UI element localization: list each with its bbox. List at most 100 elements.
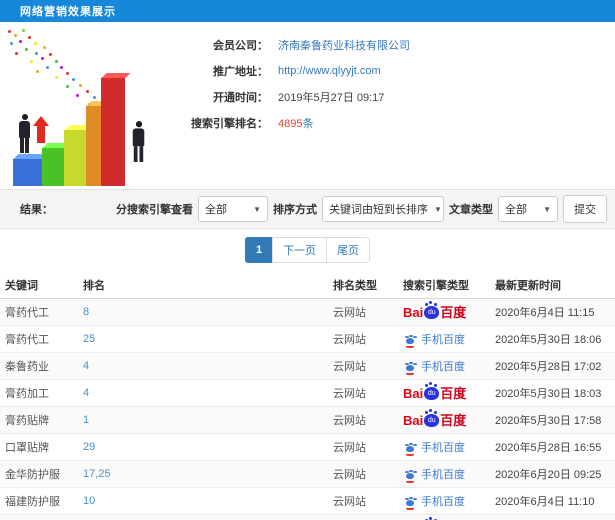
open-time-label: 开通时间： bbox=[213, 91, 268, 104]
header-keyword: 关键词 bbox=[5, 279, 38, 292]
table-row: 秦鲁药业 4 云网站 Baidu百度 手机百度 2020年5月28日 17:02 bbox=[0, 353, 615, 380]
mobile-baidu-icon bbox=[403, 360, 417, 375]
table-row: 金华防护服 17,25 云网站 Baidu百度 手机百度 2020年6月20日 … bbox=[0, 461, 615, 488]
info-row-open-time: 开通时间： 2019年5月27日 09:17 bbox=[185, 84, 605, 109]
rank-count-label: 搜索引擎排名： bbox=[191, 117, 268, 130]
table-row: 膏药贴牌 1 云网站 Baidu百度 手机百度 2020年5月30日 17:58 bbox=[0, 407, 615, 434]
rank-type-cell: 云网站 bbox=[333, 442, 366, 454]
rank-link[interactable]: 25 bbox=[83, 333, 95, 345]
page-title-bar: 网络营销效果展示 bbox=[0, 0, 615, 22]
filter-controls: 分搜索引擎查看 全部 ▼ 排序方式 关键词由短到长排序 ▼ 文章类型 全部 ▼ … bbox=[116, 195, 607, 223]
rank-link[interactable]: 10 bbox=[83, 495, 95, 507]
engine-cell: Baidu百度 手机百度 bbox=[403, 493, 495, 510]
bar-chart-illustration bbox=[0, 30, 182, 190]
engine-cell: Baidu百度 手机百度 bbox=[403, 466, 495, 483]
baidu-pc-logo: Bai du 百度 bbox=[403, 383, 467, 401]
baidu-mobile-logo: 手机百度 bbox=[403, 358, 465, 375]
mobile-baidu-icon bbox=[403, 441, 417, 456]
rank-link[interactable]: 4 bbox=[83, 360, 89, 372]
up-arrow-icon bbox=[33, 116, 49, 143]
info-row-url: 推广地址： http://www.qlyyjt.com bbox=[185, 58, 605, 83]
keyword-cell: 膏药代工 bbox=[5, 334, 49, 346]
sort-select-value: 关键词由短到长排序 bbox=[329, 204, 428, 216]
rank-type-cell: 云网站 bbox=[333, 361, 366, 373]
table-row: Baidu百度 手机百度 bbox=[0, 515, 615, 520]
table-row: 福建防护服 10 云网站 Baidu百度 手机百度 2020年6月4日 11:1… bbox=[0, 488, 615, 515]
rank-link[interactable]: 1 bbox=[83, 414, 89, 426]
mobile-baidu-icon bbox=[403, 468, 417, 483]
rank-link[interactable]: 4 bbox=[83, 387, 89, 399]
updated-cell: 2020年5月30日 17:58 bbox=[495, 415, 602, 427]
rank-link[interactable]: 8 bbox=[83, 306, 89, 318]
company-name-link[interactable]: 济南秦鲁药业科技有限公司 bbox=[278, 37, 410, 53]
engine-select-value: 全部 bbox=[205, 204, 227, 216]
keyword-cell: 金华防护服 bbox=[5, 469, 60, 481]
engine-cell: Baidu百度 手机百度 bbox=[403, 410, 495, 428]
engine-cell: Baidu百度 手机百度 bbox=[403, 331, 495, 348]
company-info-fields: 会员公司： 济南秦鲁药业科技有限公司 推广地址： http://www.qlyy… bbox=[185, 32, 605, 136]
header-rank-type: 排名类型 bbox=[333, 279, 377, 292]
engine-filter-label: 分搜索引擎查看 bbox=[116, 204, 193, 216]
rank-type-cell: 云网站 bbox=[333, 496, 366, 508]
rank-count-number: 4895 bbox=[278, 117, 303, 130]
info-row-company: 会员公司： 济南秦鲁药业科技有限公司 bbox=[185, 32, 605, 57]
pagination: 1 下一页 尾页 bbox=[0, 229, 615, 271]
article-type-select[interactable]: 全部 ▼ bbox=[498, 196, 558, 222]
keyword-cell: 秦鲁药业 bbox=[5, 361, 49, 373]
table-row: 口罩贴牌 29 云网站 Baidu百度 手机百度 2020年5月28日 16:5… bbox=[0, 434, 615, 461]
mobile-baidu-icon bbox=[403, 495, 417, 510]
updated-cell: 2020年5月30日 18:06 bbox=[495, 334, 602, 346]
engine-select[interactable]: 全部 ▼ bbox=[198, 196, 268, 222]
rank-type-cell: 云网站 bbox=[333, 415, 366, 427]
keyword-cell: 口罩贴牌 bbox=[5, 442, 49, 454]
updated-cell: 2020年5月28日 17:02 bbox=[495, 361, 602, 373]
chevron-down-icon: ▼ bbox=[543, 204, 551, 214]
result-label: 结果： bbox=[20, 204, 53, 216]
updated-cell: 2020年6月4日 11:15 bbox=[495, 307, 595, 319]
last-page-button[interactable]: 尾页 bbox=[326, 237, 371, 263]
baidu-mobile-logo: 手机百度 bbox=[403, 466, 465, 483]
promo-url-label: 推广地址： bbox=[213, 65, 268, 78]
submit-button[interactable]: 提交 bbox=[563, 195, 607, 223]
chevron-down-icon: ▼ bbox=[434, 204, 442, 214]
info-section: 会员公司： 济南秦鲁药业科技有限公司 推广地址： http://www.qlyy… bbox=[0, 22, 615, 189]
table-row: 膏药代工 25 云网站 Baidu百度 手机百度 2020年5月30日 18:0… bbox=[0, 326, 615, 353]
updated-cell: 2020年6月20日 09:25 bbox=[495, 469, 602, 481]
page-title: 网络营销效果展示 bbox=[20, 6, 116, 18]
baidu-pc-logo: Bai du 百度 bbox=[403, 410, 467, 428]
chart-bar-blue bbox=[13, 159, 44, 186]
sort-filter-label: 排序方式 bbox=[273, 204, 317, 216]
baidu-paw-icon: du bbox=[424, 302, 440, 319]
chart-bar-red bbox=[101, 78, 125, 186]
rank-count-value: 4895条 bbox=[278, 115, 313, 131]
promo-url-link[interactable]: http://www.qlyyjt.com bbox=[278, 65, 381, 77]
keyword-cell: 福建防护服 bbox=[5, 496, 60, 508]
keyword-cell: 膏药加工 bbox=[5, 388, 49, 400]
rank-type-cell: 云网站 bbox=[333, 469, 366, 481]
confetti-decoration bbox=[8, 30, 11, 33]
table-body: 膏药代工 8 云网站 Baidu百度 手机百度 2020年6月4日 11:15 … bbox=[0, 299, 615, 520]
next-page-button[interactable]: 下一页 bbox=[272, 237, 328, 263]
page-number-current[interactable]: 1 bbox=[244, 237, 274, 263]
rank-count-suffix: 条 bbox=[302, 117, 314, 130]
updated-cell: 2020年6月4日 11:10 bbox=[495, 496, 595, 508]
table-row: 膏药代工 8 云网站 Baidu百度 手机百度 2020年6月4日 11:15 bbox=[0, 299, 615, 326]
keyword-cell: 膏药贴牌 bbox=[5, 415, 49, 427]
baidu-paw-icon: du bbox=[424, 410, 440, 427]
businessman-right bbox=[132, 121, 145, 162]
rank-link[interactable]: 17,25 bbox=[83, 468, 111, 480]
baidu-mobile-logo: 手机百度 bbox=[403, 331, 465, 348]
mobile-baidu-icon bbox=[403, 333, 417, 348]
chevron-down-icon: ▼ bbox=[253, 204, 261, 214]
sort-select[interactable]: 关键词由短到长排序 ▼ bbox=[322, 196, 444, 222]
rank-type-cell: 云网站 bbox=[333, 307, 366, 319]
baidu-mobile-logo: 手机百度 bbox=[403, 439, 465, 456]
baidu-paw-icon: du bbox=[424, 383, 440, 400]
company-label: 会员公司： bbox=[213, 39, 268, 52]
updated-cell: 2020年5月30日 18:03 bbox=[495, 388, 602, 400]
open-time-value: 2019年5月27日 09:17 bbox=[278, 91, 385, 104]
rank-link[interactable]: 29 bbox=[83, 441, 95, 453]
engine-cell: Baidu百度 手机百度 bbox=[403, 439, 495, 456]
app-window: 网络营销效果展示 会员公司： 济南秦鲁药业科技有限公司 推广地址： http:/… bbox=[0, 0, 615, 520]
baidu-mobile-logo: 手机百度 bbox=[403, 493, 465, 510]
